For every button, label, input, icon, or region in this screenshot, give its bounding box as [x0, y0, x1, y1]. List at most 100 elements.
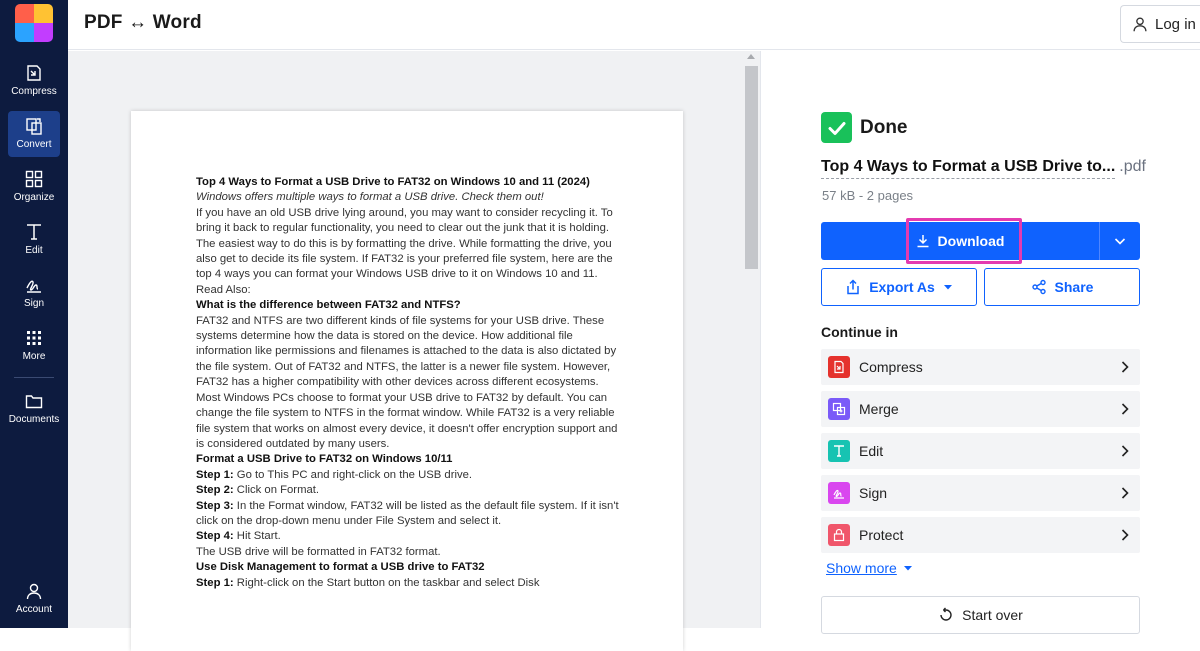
merge-tool-icon [828, 398, 850, 420]
step-text: Click on Format. [233, 484, 320, 497]
doc-subtitle: Windows offers multiple ways to format a… [196, 191, 544, 204]
convert-icon [26, 118, 42, 135]
nav-label: Documents [8, 414, 60, 425]
nav-label: Sign [23, 298, 44, 309]
step-text: In the Format window, FAT32 will be list… [196, 499, 619, 527]
doc-read-also: Read Also: [196, 283, 251, 296]
tool-label: Sign [859, 485, 888, 501]
doc-heading: Use Disk Management to format a USB driv… [196, 561, 485, 574]
tool-sign[interactable]: Sign [821, 475, 1140, 511]
show-more-label: Show more [826, 560, 897, 576]
user-icon [1133, 17, 1147, 32]
share-button[interactable]: Share [984, 268, 1140, 306]
refresh-icon [940, 607, 952, 621]
nav-account[interactable]: Account [8, 576, 60, 622]
start-over-label: Start over [962, 607, 1023, 623]
document-page: Top 4 Ways to Format a USB Drive to FAT3… [131, 111, 683, 651]
continue-in-label: Continue in [821, 324, 898, 340]
tool-label: Merge [859, 401, 899, 417]
doc-heading: What is the difference between FAT32 and… [196, 299, 461, 312]
chevron-right-icon [1121, 361, 1129, 373]
nav-more[interactable]: More [8, 323, 60, 369]
nav-label: More [22, 351, 46, 362]
tool-edit[interactable]: Edit [821, 433, 1140, 469]
result-panel: Done Top 4 Ways to Format a USB Drive to… [762, 51, 1200, 634]
checkmark-icon [821, 112, 852, 143]
sign-tool-icon [828, 482, 850, 504]
login-button[interactable]: Log in [1120, 5, 1200, 43]
caret-down-icon [903, 566, 912, 571]
tool-merge[interactable]: Merge [821, 391, 1140, 427]
show-more-link[interactable]: Show more [826, 560, 913, 576]
caret-down-icon [943, 285, 952, 290]
download-icon [917, 235, 929, 248]
chevron-down-icon [1114, 238, 1126, 245]
doc-title: Top 4 Ways to Format a USB Drive to FAT3… [196, 176, 590, 188]
download-button[interactable]: Download [821, 222, 1099, 260]
top-bar: PDF ↔ Word Log in [68, 0, 1200, 50]
doc-paragraph: The USB drive will be formatted in FAT32… [196, 545, 441, 558]
page-title: PDF ↔ Word [84, 12, 202, 33]
file-meta: 57 kB - 2 pages [822, 188, 914, 203]
chevron-right-icon [1121, 487, 1129, 499]
chevron-right-icon [1121, 403, 1129, 415]
sign-icon [26, 280, 41, 293]
file-name[interactable]: Top 4 Ways to Format a USB Drive to... [821, 158, 1116, 179]
doc-step: Step 3: In the Format window, FAT32 will… [196, 499, 626, 530]
nav-convert[interactable]: Convert [8, 111, 60, 157]
step-label: Step 4: [196, 530, 234, 543]
file-name-row: Top 4 Ways to Format a USB Drive to... .… [821, 158, 1146, 179]
nav-label: Edit [25, 245, 43, 256]
left-sidebar: Compress Convert Organize Edit Sign More… [0, 0, 68, 628]
more-grid-icon [27, 331, 41, 345]
nav-documents[interactable]: Documents [8, 386, 60, 432]
step-label: Step 1: [196, 468, 234, 481]
document-viewer[interactable]: Top 4 Ways to Format a USB Drive to FAT3… [68, 51, 761, 651]
account-icon [26, 583, 42, 600]
compress-tool-icon [828, 356, 850, 378]
protect-tool-icon [828, 524, 850, 546]
tool-compress[interactable]: Compress [821, 349, 1140, 385]
doc-heading: Format a USB Drive to FAT32 on Windows 1… [196, 453, 453, 466]
status-text: Done [860, 116, 908, 138]
doc-step: Step 1: Go to This PC and right-click on… [196, 468, 626, 483]
download-button-group: Download [821, 218, 1140, 264]
document-content: Top 4 Ways to Format a USB Drive to FAT3… [196, 175, 626, 591]
doc-step: Step 2: Click on Format. [196, 483, 626, 498]
nav-sign[interactable]: Sign [8, 270, 60, 316]
doc-paragraph: FAT32 and NTFS are two different kinds o… [196, 314, 617, 389]
nav-edit[interactable]: Edit [8, 217, 60, 263]
export-as-button[interactable]: Export As [821, 268, 977, 306]
export-label: Export As [869, 279, 935, 295]
doc-paragraph: Most Windows PCs choose to format your U… [196, 391, 618, 450]
nav-label: Convert [16, 139, 52, 150]
step-text: Hit Start. [233, 530, 281, 543]
scrollbar-thumb[interactable] [745, 66, 758, 269]
chevron-right-icon [1121, 445, 1129, 457]
login-label: Log in [1155, 15, 1196, 33]
doc-step: Step 1: Right-click on the Start button … [196, 576, 626, 591]
tool-protect[interactable]: Protect [821, 517, 1140, 553]
step-label: Step 1: [196, 576, 234, 589]
nav-organize[interactable]: Organize [8, 164, 60, 210]
folder-icon [25, 395, 43, 409]
compress-icon [27, 65, 41, 81]
share-icon [1031, 279, 1046, 295]
nav-compress[interactable]: Compress [8, 58, 60, 104]
doc-step: Step 4: Hit Start. [196, 529, 626, 544]
download-options-button[interactable] [1100, 222, 1140, 260]
scroll-up-arrow-icon[interactable] [747, 54, 755, 59]
export-icon [847, 279, 859, 295]
edit-tool-icon [828, 440, 850, 462]
edit-icon [27, 224, 41, 240]
chevron-right-icon [1121, 529, 1129, 541]
nav-label: Account [15, 604, 53, 615]
start-over-button[interactable]: Start over [821, 596, 1140, 634]
app-logo[interactable] [15, 4, 53, 42]
share-label: Share [1054, 279, 1094, 295]
nav-label: Compress [11, 86, 57, 97]
step-label: Step 2: [196, 484, 234, 497]
tool-label: Compress [859, 359, 923, 375]
tool-label: Edit [859, 443, 884, 459]
tool-label: Protect [859, 527, 904, 543]
